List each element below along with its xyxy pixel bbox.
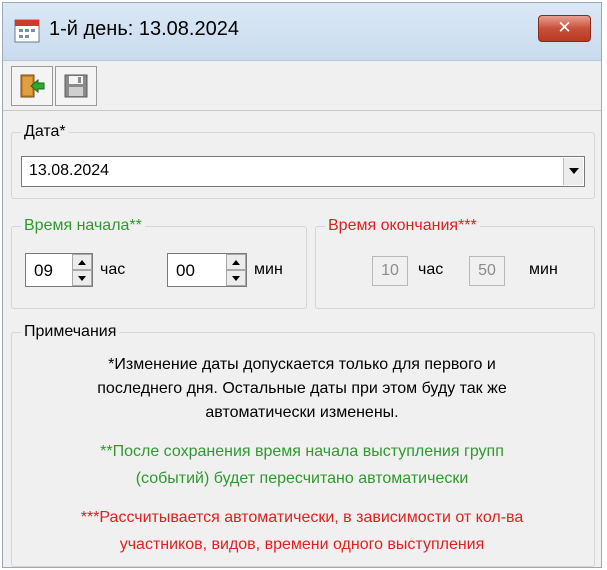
start-minutes-up-button[interactable] [226,254,246,270]
date-value: 13.08.2024 [29,162,110,179]
title-bar[interactable]: 1-й день: 13.08.2024 ✕ [3,3,601,61]
date-combobox[interactable]: 13.08.2024 [21,156,585,187]
start-hours-spinner [72,254,92,286]
start-hours-unit: час [100,261,126,278]
note-date-line1: *Изменение даты допускается только для п… [108,356,496,373]
start-minutes-unit: мин [254,261,283,278]
note-start-line1: **После сохранения время начала выступле… [100,443,504,460]
end-hours-unit: час [418,261,444,278]
start-hours-value: 09 [34,261,53,280]
start-time-legend: Время начала** [24,217,142,234]
end-minutes-unit: мин [529,261,558,278]
start-minutes-value: 00 [176,261,195,280]
date-legend: Дата* [24,123,66,140]
arrow-down-icon [78,276,86,281]
arrow-down-icon [232,276,240,281]
exit-door-icon [20,74,45,98]
window-title: 1-й день: 13.08.2024 [49,18,239,40]
exit-button[interactable] [11,66,53,106]
end-time-legend: Время окончания*** [328,217,477,234]
start-minutes-down-button[interactable] [226,270,246,286]
date-dropdown-button[interactable] [563,158,583,185]
end-hours-field: 10 [372,256,408,286]
start-minutes-spinner [226,254,246,286]
dialog-window: 1-й день: 13.08.2024 ✕ Дата* 13.08.2024 [2,2,602,568]
note-end-line2: участников, видов, времени одного выступ… [119,536,485,553]
start-minutes-spinbox[interactable]: 00 [167,253,247,287]
start-hours-spinbox[interactable]: 09 [25,253,93,287]
arrow-up-icon [232,260,240,265]
save-button[interactable] [55,66,97,106]
toolbar-divider [3,110,601,111]
start-hours-up-button[interactable] [72,254,92,270]
close-button[interactable]: ✕ [538,15,591,42]
note-end-line1: ***Рассчитывается автоматически, в завис… [80,509,524,526]
start-hours-down-button[interactable] [72,270,92,286]
chevron-down-icon [569,168,579,174]
end-minutes-field: 50 [469,256,505,286]
note-date-line3: автоматически изменены. [205,404,399,421]
notes-legend: Примечания [24,323,117,340]
calendar-icon [14,19,40,43]
close-icon: ✕ [557,18,572,38]
floppy-disk-icon [64,74,88,98]
note-start-line2: (событий) будет пересчитано автоматическ… [135,470,469,487]
arrow-up-icon [78,260,86,265]
note-date-line2: последнего дня. Остальные даты при этом … [97,380,507,397]
